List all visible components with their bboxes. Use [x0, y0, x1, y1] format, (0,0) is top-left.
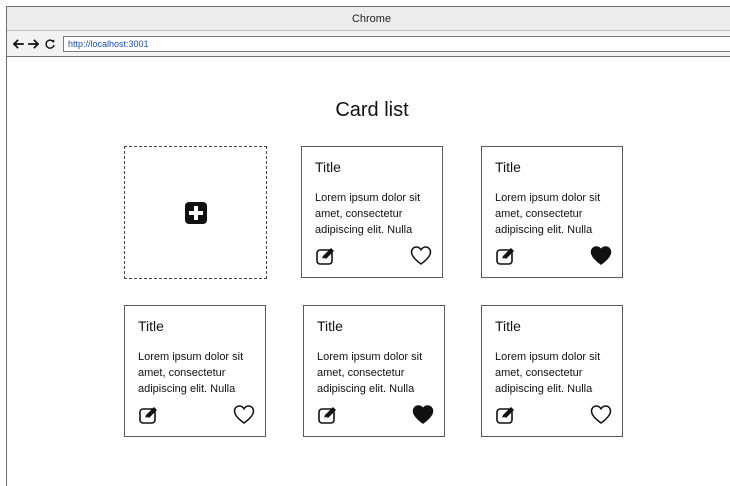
like-button[interactable]	[590, 245, 612, 267]
arrow-left-icon	[12, 38, 24, 49]
card-body: Lorem ipsum dolor sit amet, consectetur …	[317, 351, 423, 395]
card: Title Lorem ipsum dolor sit amet, consec…	[124, 305, 266, 437]
card-title: Title	[138, 318, 164, 334]
edit-icon	[318, 407, 336, 424]
edit-icon	[316, 248, 334, 265]
back-button[interactable]	[10, 35, 25, 53]
browser-window: Chrome http://localhost:3001 Card list T…	[6, 6, 730, 486]
card-body: Lorem ipsum dolor sit amet, consectetur …	[495, 192, 601, 236]
edit-button[interactable]	[495, 404, 517, 426]
heart-icon	[233, 405, 255, 424]
add-card-button[interactable]	[124, 146, 267, 279]
address-bar[interactable]: http://localhost:3001	[63, 35, 730, 52]
edit-icon	[496, 407, 514, 424]
like-button[interactable]	[233, 404, 255, 426]
heart-icon	[410, 246, 432, 265]
like-button[interactable]	[590, 404, 612, 426]
window-titlebar: Chrome	[7, 7, 730, 31]
card-body: Lorem ipsum dolor sit amet, consectetur …	[138, 351, 244, 395]
edit-button[interactable]	[138, 404, 160, 426]
page-content: Card list Title Lorem ipsum dolor sit am…	[7, 57, 730, 486]
window-title: Chrome	[351, 12, 392, 25]
edit-icon	[496, 248, 514, 265]
card-body: Lorem ipsum dolor sit amet, consectetur …	[315, 192, 421, 236]
address-url: http://localhost:3001	[68, 38, 149, 49]
heart-icon	[590, 405, 612, 424]
card-title: Title	[495, 318, 521, 334]
like-button[interactable]	[412, 404, 434, 426]
reload-button[interactable]	[42, 35, 57, 53]
card: Title Lorem ipsum dolor sit amet, consec…	[481, 146, 623, 278]
edit-button[interactable]	[495, 245, 517, 267]
edit-button[interactable]	[315, 245, 337, 267]
like-button[interactable]	[410, 245, 432, 267]
browser-toolbar: http://localhost:3001	[7, 31, 730, 57]
forward-button[interactable]	[26, 35, 41, 53]
card: Title Lorem ipsum dolor sit amet, consec…	[303, 305, 445, 437]
heart-filled-icon	[590, 246, 612, 265]
edit-icon	[139, 407, 157, 424]
plus-square-icon	[184, 201, 207, 224]
card: Title Lorem ipsum dolor sit amet, consec…	[301, 146, 443, 278]
edit-button[interactable]	[317, 404, 339, 426]
heart-filled-icon	[412, 405, 434, 424]
page-title: Card list	[335, 99, 409, 121]
card-title: Title	[495, 159, 521, 175]
arrow-right-icon	[27, 38, 39, 49]
card-body: Lorem ipsum dolor sit amet, consectetur …	[495, 351, 601, 395]
card-title: Title	[315, 159, 341, 175]
reload-icon	[44, 38, 55, 49]
card: Title Lorem ipsum dolor sit amet, consec…	[481, 305, 623, 437]
card-title: Title	[317, 318, 343, 334]
